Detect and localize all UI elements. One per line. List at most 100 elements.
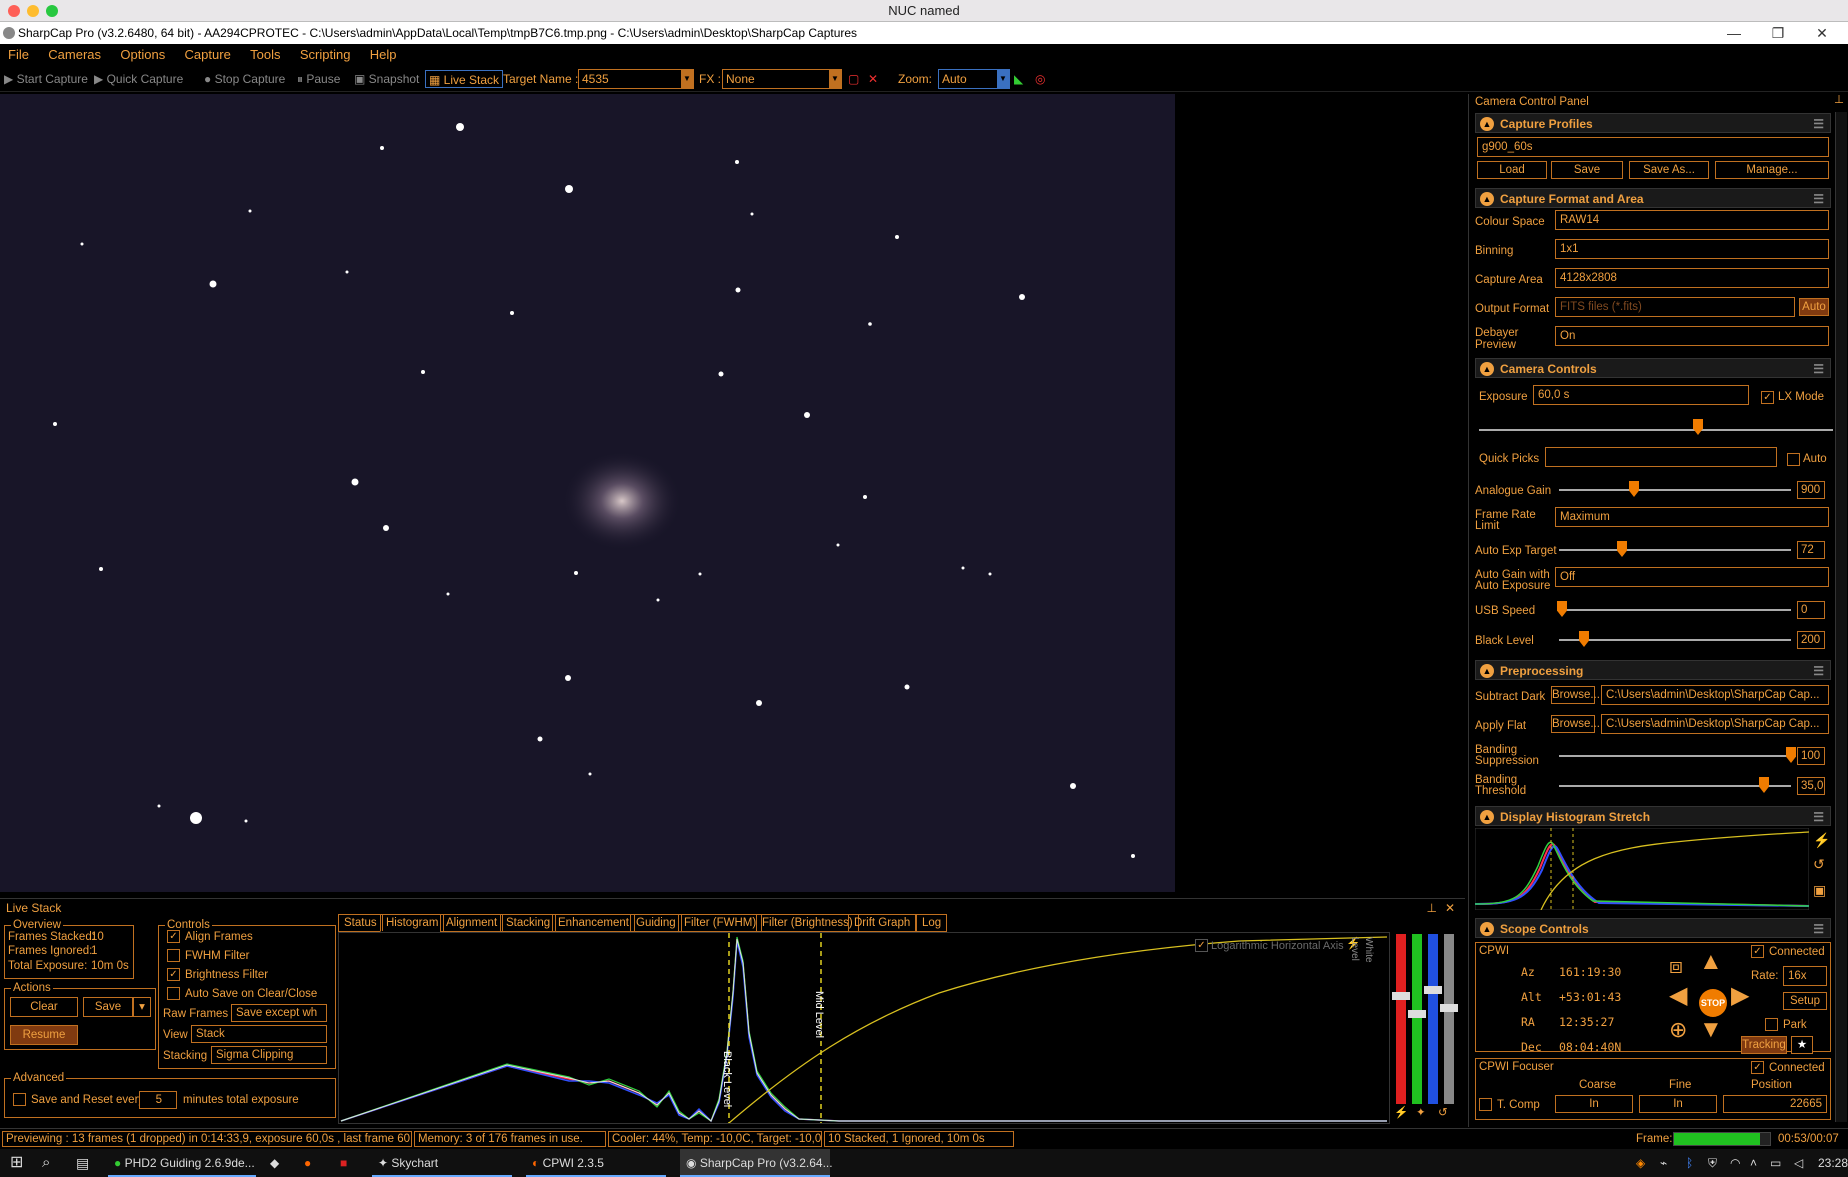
close-icon[interactable]: ✕	[1800, 22, 1844, 44]
arrow-up-icon[interactable]: ▲	[1699, 950, 1723, 974]
preprocessing-header[interactable]: ▲ Preprocessing ☰	[1475, 660, 1831, 680]
tray-network-icon[interactable]: ⌁	[1660, 1149, 1667, 1177]
menu-icon[interactable]: ☰	[1813, 807, 1824, 827]
capture-area-combo[interactable]: 4128x2808	[1555, 268, 1829, 288]
resume-stack-button[interactable]: Resume	[10, 1025, 78, 1045]
fx-combo[interactable]: None ▼	[722, 69, 842, 89]
taskbar-skychart[interactable]: ✦ Skychart	[372, 1149, 512, 1177]
asi-icon[interactable]: ■	[340, 1149, 347, 1177]
menu-cameras[interactable]: Cameras	[40, 44, 109, 66]
analogue-gain-value[interactable]: 900	[1797, 481, 1825, 499]
red-level-bar[interactable]	[1396, 934, 1406, 1104]
search-icon[interactable]: ⌕	[42, 1149, 50, 1177]
menu-scripting[interactable]: Scripting	[292, 44, 359, 66]
collapse-icon[interactable]: ▲	[1480, 664, 1494, 678]
reset-stretch-icon[interactable]: ↺	[1813, 857, 1825, 871]
collapse-icon[interactable]: ▲	[1480, 117, 1494, 131]
apply-flat-browse-button[interactable]: Browse...	[1551, 715, 1600, 733]
zoom-combo[interactable]: Auto ▼	[938, 69, 1010, 89]
quick-picks-combo[interactable]	[1545, 447, 1777, 467]
park-checkbox[interactable]	[1765, 1018, 1778, 1031]
start-capture-button[interactable]: ▶ Start Capture	[4, 70, 88, 88]
menu-help[interactable]: Help	[362, 44, 405, 66]
pause-button[interactable]: ⏸ Pause	[297, 70, 340, 88]
chevron-down-icon[interactable]: ▼	[681, 70, 693, 88]
scope-controls-header[interactable]: ▲ Scope Controls ☰	[1475, 918, 1831, 938]
camera-image-view[interactable]	[0, 94, 1175, 892]
taskbar-sharpcap[interactable]: ◉ SharpCap Pro (v3.2.64...	[680, 1149, 833, 1177]
menu-file[interactable]: File	[0, 44, 37, 66]
align-frames-checkbox[interactable]: ✓	[167, 930, 180, 943]
volume-icon[interactable]: ◁	[1794, 1149, 1803, 1177]
auto-exp-target-slider-track[interactable]	[1559, 549, 1791, 551]
blue-level-handle[interactable]	[1424, 986, 1442, 994]
exposure-input[interactable]: 60,0 s	[1533, 385, 1749, 405]
exposure-slider-track[interactable]	[1479, 429, 1833, 431]
tab-drift-graph[interactable]: Drift Graph	[848, 914, 917, 932]
tab-stacking[interactable]: Stacking	[500, 914, 557, 932]
arrow-right-icon[interactable]: ▶	[1731, 984, 1749, 1008]
banding-thr-value[interactable]: 35,0	[1797, 777, 1825, 795]
usb-speed-slider-track[interactable]	[1559, 609, 1791, 611]
tray-headset-icon[interactable]: ◠	[1730, 1149, 1740, 1177]
goto-target-icon[interactable]: ⧈	[1669, 955, 1683, 977]
reset-icon[interactable]: ↺	[1438, 1106, 1448, 1120]
live-stack-button[interactable]: ▦ Live Stack	[425, 70, 504, 88]
menu-icon[interactable]: ☰	[1813, 114, 1824, 134]
menu-icon[interactable]: ☰	[1813, 189, 1824, 209]
taskbar-cpwi[interactable]: ◐ CPWI 2.3.5	[526, 1149, 666, 1177]
frame-rate-combo[interactable]: Maximum	[1555, 507, 1829, 527]
save-stretch-icon[interactable]: ▣	[1813, 883, 1826, 897]
focus-assist-icon[interactable]: ◎	[1035, 70, 1045, 88]
pin-icon[interactable]: ⊥	[1834, 94, 1844, 106]
auto-gain-combo[interactable]: Off	[1555, 567, 1829, 587]
bluetooth-icon[interactable]: ᛒ	[1686, 1149, 1693, 1177]
tab-status[interactable]: Status	[338, 914, 383, 932]
stop-button[interactable]: STOP	[1699, 989, 1727, 1017]
load-profile-button[interactable]: Load	[1477, 161, 1547, 179]
histogram-stretch-header[interactable]: ▲ Display Histogram Stretch ☰	[1475, 806, 1831, 826]
usb-speed-value[interactable]: 0	[1797, 601, 1825, 619]
tab-filter-fwhm[interactable]: Filter (FWHM)	[678, 914, 763, 932]
capture-format-header[interactable]: ▲ Capture Format and Area ☰	[1475, 188, 1831, 208]
menu-icon[interactable]: ☰	[1813, 919, 1824, 939]
profile-combo[interactable]: g900_60s	[1477, 137, 1829, 157]
log-axis-checkbox[interactable]: ✓	[1195, 939, 1208, 952]
stretch-icon[interactable]: ✦	[1416, 1106, 1426, 1120]
minutes-stepper[interactable]: 5	[139, 1091, 177, 1109]
colour-space-combo[interactable]: RAW14	[1555, 210, 1829, 230]
taskbar-app-icon[interactable]: ◆	[270, 1149, 279, 1177]
manage-profiles-button[interactable]: Manage...	[1715, 161, 1829, 179]
clear-stack-button[interactable]: Clear	[10, 997, 78, 1017]
battery-icon[interactable]: ▭	[1770, 1149, 1781, 1177]
subtract-dark-browse-button[interactable]: Browse...	[1551, 686, 1600, 704]
stacking-combo[interactable]: Sigma Clipping	[211, 1046, 327, 1064]
close-window-icon[interactable]	[8, 5, 20, 17]
minimize-window-icon[interactable]	[27, 5, 39, 17]
lx-mode-checkbox[interactable]: ✓	[1761, 391, 1774, 404]
maximize-window-icon[interactable]	[46, 5, 58, 17]
tab-alignment[interactable]: Alignment	[440, 914, 504, 932]
menu-capture[interactable]: Capture	[177, 44, 239, 66]
chevron-down-icon[interactable]: ▼	[829, 70, 841, 88]
collapse-icon[interactable]: ▲	[1480, 810, 1494, 824]
output-auto-button[interactable]: Auto	[1799, 298, 1829, 316]
tab-guiding[interactable]: Guiding	[630, 914, 682, 932]
fine-in-button[interactable]: In	[1639, 1095, 1717, 1113]
auto-stretch-icon[interactable]: ⚡	[1813, 833, 1830, 847]
snapshot-button[interactable]: ▣ Snapshot	[354, 70, 419, 88]
tab-enhancement[interactable]: Enhancement	[552, 914, 635, 932]
fwhm-filter-checkbox[interactable]	[167, 949, 180, 962]
exposure-slider-thumb[interactable]	[1693, 419, 1703, 435]
black-level-slider-thumb[interactable]	[1579, 631, 1589, 647]
luma-level-handle[interactable]	[1440, 1004, 1458, 1012]
banding-supp-slider-track[interactable]	[1559, 755, 1791, 757]
analogue-gain-slider-thumb[interactable]	[1629, 481, 1639, 497]
tab-log[interactable]: Log	[916, 914, 948, 932]
banding-thr-slider-thumb[interactable]	[1759, 777, 1769, 793]
tray-chevron-icon[interactable]: ˄	[1750, 1149, 1757, 1177]
tab-histogram[interactable]: Histogram	[380, 914, 445, 932]
crosshair-icon[interactable]: ⊕	[1669, 1019, 1687, 1041]
coarse-in-button[interactable]: In	[1555, 1095, 1633, 1113]
black-level-slider-track[interactable]	[1559, 639, 1791, 641]
